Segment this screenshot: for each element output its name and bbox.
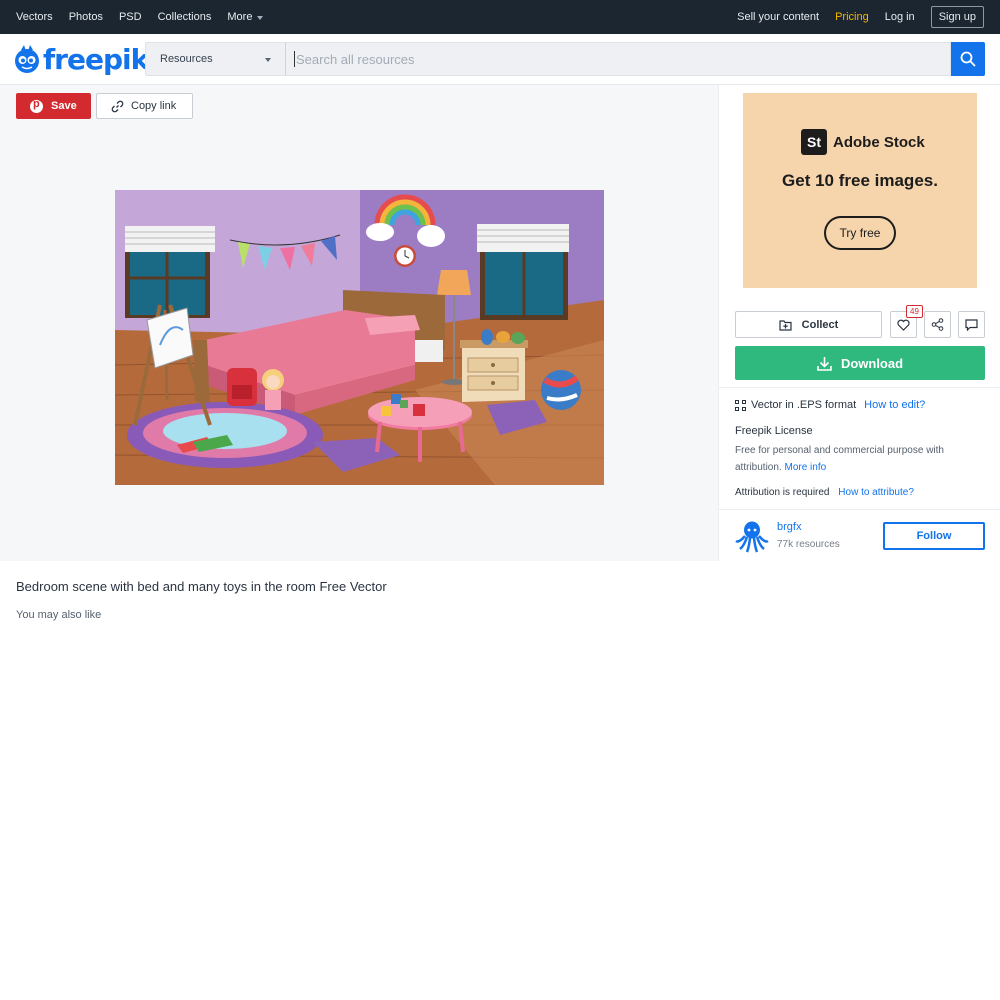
search-category-select[interactable]: Resources <box>145 42 285 76</box>
download-label: Download <box>840 355 904 371</box>
comment-button[interactable] <box>958 311 985 338</box>
collect-label: Collect <box>801 318 839 331</box>
author-name-link[interactable]: brgfx <box>777 521 801 533</box>
nav-more[interactable]: More <box>227 11 264 23</box>
search-icon <box>960 51 976 67</box>
author-resource-count: 77k resources <box>777 539 840 550</box>
page-title: Bedroom scene with bed and many toys in … <box>16 579 387 594</box>
bedroom-illustration[interactable] <box>115 190 604 485</box>
vector-format-icon <box>735 399 746 411</box>
ad-brand-name: Adobe Stock <box>833 133 925 151</box>
license-title: Freepik License <box>735 425 813 437</box>
pinterest-save-button[interactable]: Save <box>16 93 91 119</box>
like-count-badge: 49 <box>906 305 923 318</box>
chevron-down-icon <box>265 58 271 62</box>
author-avatar-octopus-icon[interactable] <box>735 519 769 553</box>
text-cursor <box>294 51 295 67</box>
nav-photos[interactable]: Photos <box>69 11 103 23</box>
ad-brand: St Adobe Stock <box>801 129 925 155</box>
pinterest-icon <box>30 98 43 113</box>
share-icon <box>931 318 944 331</box>
format-text: Vector in .EPS format <box>751 399 857 411</box>
header: freepik Resources Search all resources <box>0 34 1000 85</box>
search-category-label: Resources <box>160 53 213 65</box>
download-button[interactable]: Download <box>735 346 985 380</box>
folder-add-icon <box>779 319 792 331</box>
login-link[interactable]: Log in <box>885 11 915 23</box>
share-button[interactable] <box>924 311 951 338</box>
search-button[interactable] <box>951 42 985 76</box>
attribution-info: Attribution is required How to attribute… <box>735 487 914 498</box>
top-nav-right: Sell your content Pricing Log in Sign up <box>721 6 1000 28</box>
download-icon <box>817 356 832 371</box>
format-info: Vector in .EPS format How to edit? <box>735 399 925 411</box>
copy-link-button[interactable]: Copy link <box>96 93 193 119</box>
freepik-logo-icon <box>15 45 39 73</box>
resource-actions: Collect 49 <box>735 305 985 339</box>
logo-wordmark: freepik <box>43 42 149 76</box>
freepik-logo[interactable]: freepik <box>12 42 149 76</box>
signup-button[interactable]: Sign up <box>930 6 984 28</box>
comment-icon <box>965 318 978 331</box>
preview-area: Save Copy link <box>0 85 718 561</box>
nav-more-label: More <box>227 11 253 23</box>
divider <box>719 509 1000 510</box>
nav-psd[interactable]: PSD <box>119 11 142 23</box>
top-navigation-bar: Vectors Photos PSD Collections More Sell… <box>0 0 1000 34</box>
adobe-stock-logo-icon: St <box>801 129 827 155</box>
search-input[interactable]: Search all resources <box>285 42 951 76</box>
ad-headline: Get 10 free images. <box>782 171 938 190</box>
how-to-edit-link[interactable]: How to edit? <box>864 399 925 411</box>
heart-icon <box>897 319 910 331</box>
try-free-button[interactable]: Try free <box>824 216 896 250</box>
how-to-attribute-link[interactable]: How to attribute? <box>838 487 914 498</box>
license-desc-text: Free for personal and commercial purpose… <box>735 445 944 473</box>
sell-content-link[interactable]: Sell your content <box>737 11 819 23</box>
divider <box>719 387 1000 388</box>
pricing-link[interactable]: Pricing <box>835 11 869 23</box>
nav-collections[interactable]: Collections <box>158 11 212 23</box>
save-label: Save <box>51 100 77 112</box>
collect-button[interactable]: Collect <box>735 311 882 338</box>
search-bar: Resources Search all resources <box>145 42 985 76</box>
copy-link-label: Copy link <box>131 100 177 112</box>
license-description: Free for personal and commercial purpose… <box>735 442 975 476</box>
nav-vectors[interactable]: Vectors <box>16 11 53 23</box>
bedroom-scene-image <box>115 190 604 485</box>
chevron-down-icon <box>257 15 264 20</box>
follow-button[interactable]: Follow <box>883 522 985 550</box>
link-icon <box>111 100 124 112</box>
author-card: brgfx 77k resources Follow <box>735 519 985 557</box>
resource-sidebar: St Adobe Stock Get 10 free images. Try f… <box>718 85 1000 561</box>
related-section-heading: You may also like <box>16 609 102 621</box>
more-info-link[interactable]: More info <box>784 462 826 473</box>
attribution-text: Attribution is required <box>735 487 830 498</box>
adobe-stock-ad[interactable]: St Adobe Stock Get 10 free images. Try f… <box>743 93 977 288</box>
top-nav-left: Vectors Photos PSD Collections More <box>0 11 279 23</box>
search-placeholder: Search all resources <box>296 51 415 67</box>
